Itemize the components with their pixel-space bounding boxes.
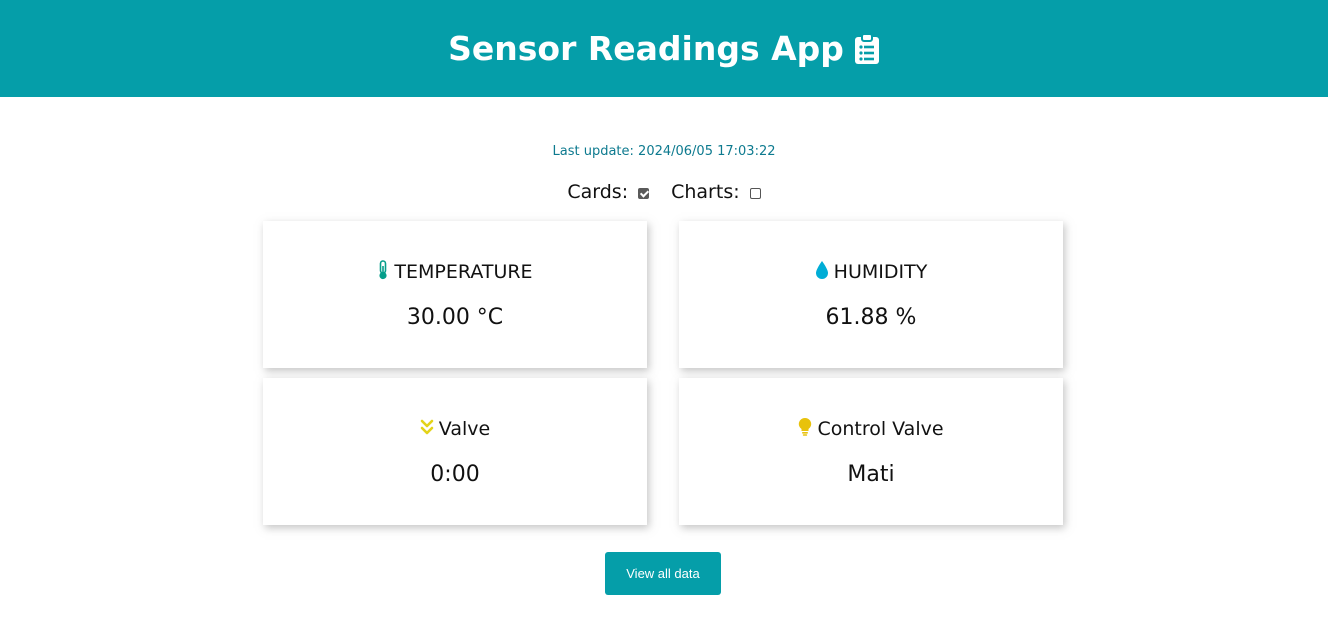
- view-toggles: Cards: Charts:: [0, 181, 1328, 203]
- clipboard-icon: [854, 32, 880, 65]
- thermometer-icon: [377, 259, 389, 285]
- temperature-card: TEMPERATURE 30.00 °C: [263, 221, 647, 368]
- temperature-value: 30.00 °C: [406, 305, 504, 330]
- control-valve-card-title: Control Valve: [679, 417, 1063, 442]
- valve-card: Valve 0:00: [263, 378, 647, 525]
- control-valve-label: Control Valve: [817, 418, 944, 440]
- charts-toggle-label: Charts:: [671, 181, 740, 203]
- app-title-wrapper: Sensor Readings App: [448, 29, 880, 68]
- cards-toggle-label: Cards:: [567, 181, 629, 203]
- cards-grid: TEMPERATURE 30.00 °C HUMIDITY 61.88 % Va…: [263, 221, 1063, 525]
- last-update-label: Last update:: [552, 144, 634, 159]
- temperature-card-title: TEMPERATURE: [263, 259, 647, 285]
- lightbulb-icon: [798, 417, 812, 442]
- last-update: Last update: 2024/06/05 17:03:22: [0, 143, 1328, 161]
- temperature-label: TEMPERATURE: [394, 261, 533, 283]
- valve-card-title: Valve: [263, 418, 647, 440]
- app-header: Sensor Readings App: [0, 0, 1328, 97]
- control-valve-value: Mati: [847, 462, 895, 487]
- app-title: Sensor Readings App: [448, 29, 844, 68]
- charts-checkbox[interactable]: [749, 187, 761, 199]
- humidity-card-title: HUMIDITY: [679, 260, 1063, 285]
- double-chevron-down-icon: [420, 418, 434, 441]
- water-drop-icon: [815, 260, 829, 285]
- valve-value: 0:00: [430, 462, 480, 487]
- cards-checkbox[interactable]: [638, 187, 650, 199]
- humidity-card: HUMIDITY 61.88 %: [679, 221, 1063, 368]
- humidity-label: HUMIDITY: [833, 261, 928, 283]
- humidity-value: 61.88 %: [825, 305, 917, 330]
- control-valve-card: Control Valve Mati: [679, 378, 1063, 525]
- last-update-value: 2024/06/05 17:03:22: [638, 144, 776, 159]
- valve-label: Valve: [438, 418, 491, 440]
- view-all-data-button[interactable]: View all data: [605, 552, 721, 595]
